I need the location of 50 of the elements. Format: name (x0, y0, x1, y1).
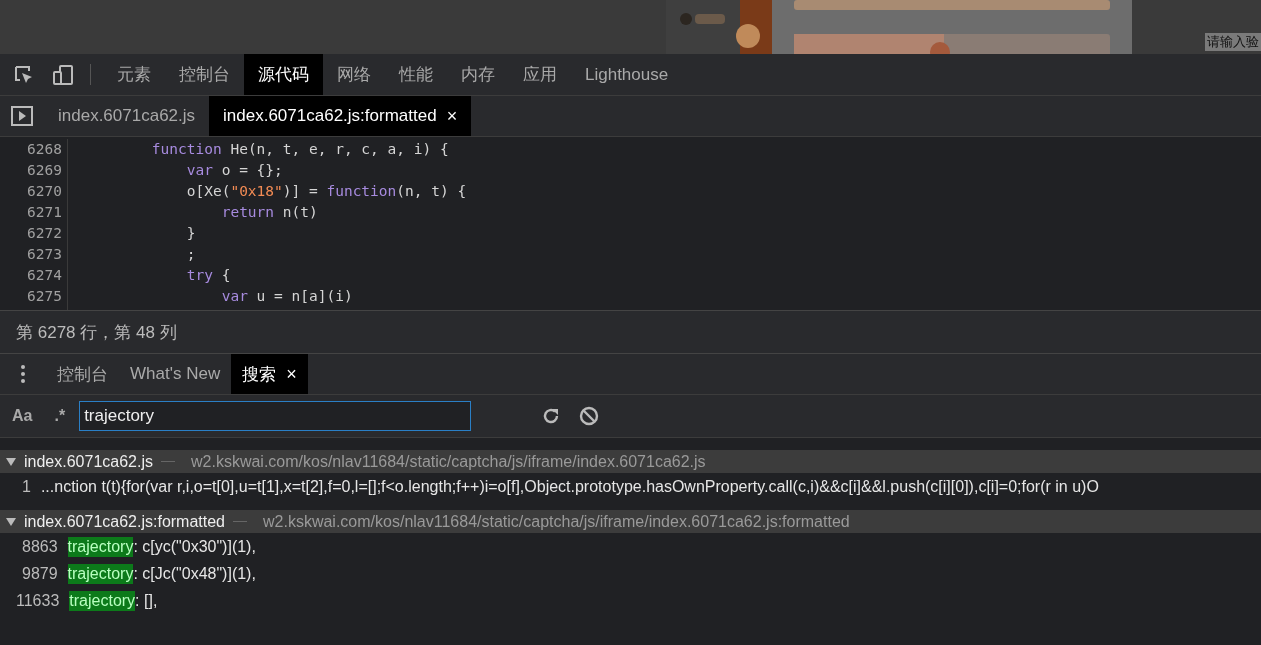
panel-tab[interactable]: 应用 (509, 54, 571, 95)
sidebar-toggle-icon[interactable] (11, 106, 33, 126)
panel-tab[interactable]: Lighthouse (571, 54, 683, 95)
result-file-name[interactable]: index.6071ca62.js:formatted (24, 512, 225, 531)
line-number: 6275 (27, 287, 62, 306)
search-match-row[interactable]: 9879 trajectory: c[Jc("0x48")](1), (0, 560, 1261, 587)
search-match-row[interactable]: 11633 trajectory: [], (0, 587, 1261, 614)
result-file-url: w2.kskwai.com/kos/nlav11684/static/captcha/js/iframe/index.6071ca62.js (191, 452, 706, 471)
drawer-tab[interactable]: 控制台 (46, 354, 119, 394)
panel-tab[interactable]: 网络 (323, 54, 385, 95)
code-line: } (185, 224, 197, 243)
drawer-tab[interactable]: 搜索 × (231, 354, 308, 394)
file-tab[interactable]: index.6071ca62.js (44, 96, 210, 136)
expanded-triangle-icon[interactable] (6, 517, 16, 526)
more-options-icon[interactable] (21, 365, 25, 383)
line-number: 6271 (27, 203, 62, 222)
search-match-row[interactable]: 8863 trajectory: c[yc("0x30")](1), (0, 533, 1261, 560)
code-line: try { (185, 266, 232, 285)
code-line: o[Xe("0x18")] = function(n, t) { (185, 182, 467, 201)
result-file-name[interactable]: index.6071ca62.js (24, 452, 153, 471)
panel-tab[interactable]: 控制台 (165, 54, 244, 95)
clear-icon[interactable] (579, 406, 600, 426)
line-number: 6269 (27, 161, 62, 180)
line-number: 6273 (27, 245, 62, 264)
line-number: 6274 (27, 266, 62, 285)
drawer-tab[interactable]: What's New (119, 354, 232, 394)
line-number: 6272 (27, 224, 62, 243)
panel-tab[interactable]: 元素 (103, 54, 165, 95)
close-icon[interactable]: × (286, 363, 297, 385)
close-icon[interactable]: × (446, 105, 458, 127)
line-number: 6268 (27, 140, 62, 159)
file-tab[interactable]: index.6071ca62.js:formatted × (209, 96, 472, 136)
prompt-text: 请输入验 (1205, 33, 1261, 51)
search-match-row[interactable]: 1 ...nction t(t){for(var r,i,o=t[0],u=t[1],x=t[2],f=0,l=[];f<o.length;f++)i=o[f],Object.prototype.hasOwnProperty.call(c,i)&&c[i]&&l.push(c[i][0]),c[i]=0;for(r in u)O (0, 473, 1261, 500)
code-line: return n(t) (220, 203, 319, 222)
code-line: function He(n, t, e, r, c, a, i) { (150, 140, 450, 159)
code-line: var u = n[a](i) (220, 287, 354, 306)
expanded-triangle-icon[interactable] (6, 457, 16, 466)
line-number: 6270 (27, 182, 62, 201)
device-toggle-icon[interactable] (52, 63, 74, 86)
cursor-position: 第 6278 行，第 48 列 (16, 321, 177, 344)
code-line: var o = {}; (185, 161, 284, 180)
match-case-toggle[interactable]: Aa (0, 407, 43, 425)
panel-tab[interactable]: 性能 (385, 54, 447, 95)
search-field[interactable]: trajectory (79, 401, 472, 431)
result-file-url: w2.kskwai.com/kos/nlav11684/static/captcha/js/iframe/index.6071ca62.js:formatted (263, 512, 850, 531)
panel-tab[interactable]: 内存 (447, 54, 509, 95)
panel-tab[interactable]: 源代码 (244, 54, 323, 95)
regex-toggle[interactable]: .* (42, 407, 76, 425)
code-line: ; (185, 245, 197, 264)
